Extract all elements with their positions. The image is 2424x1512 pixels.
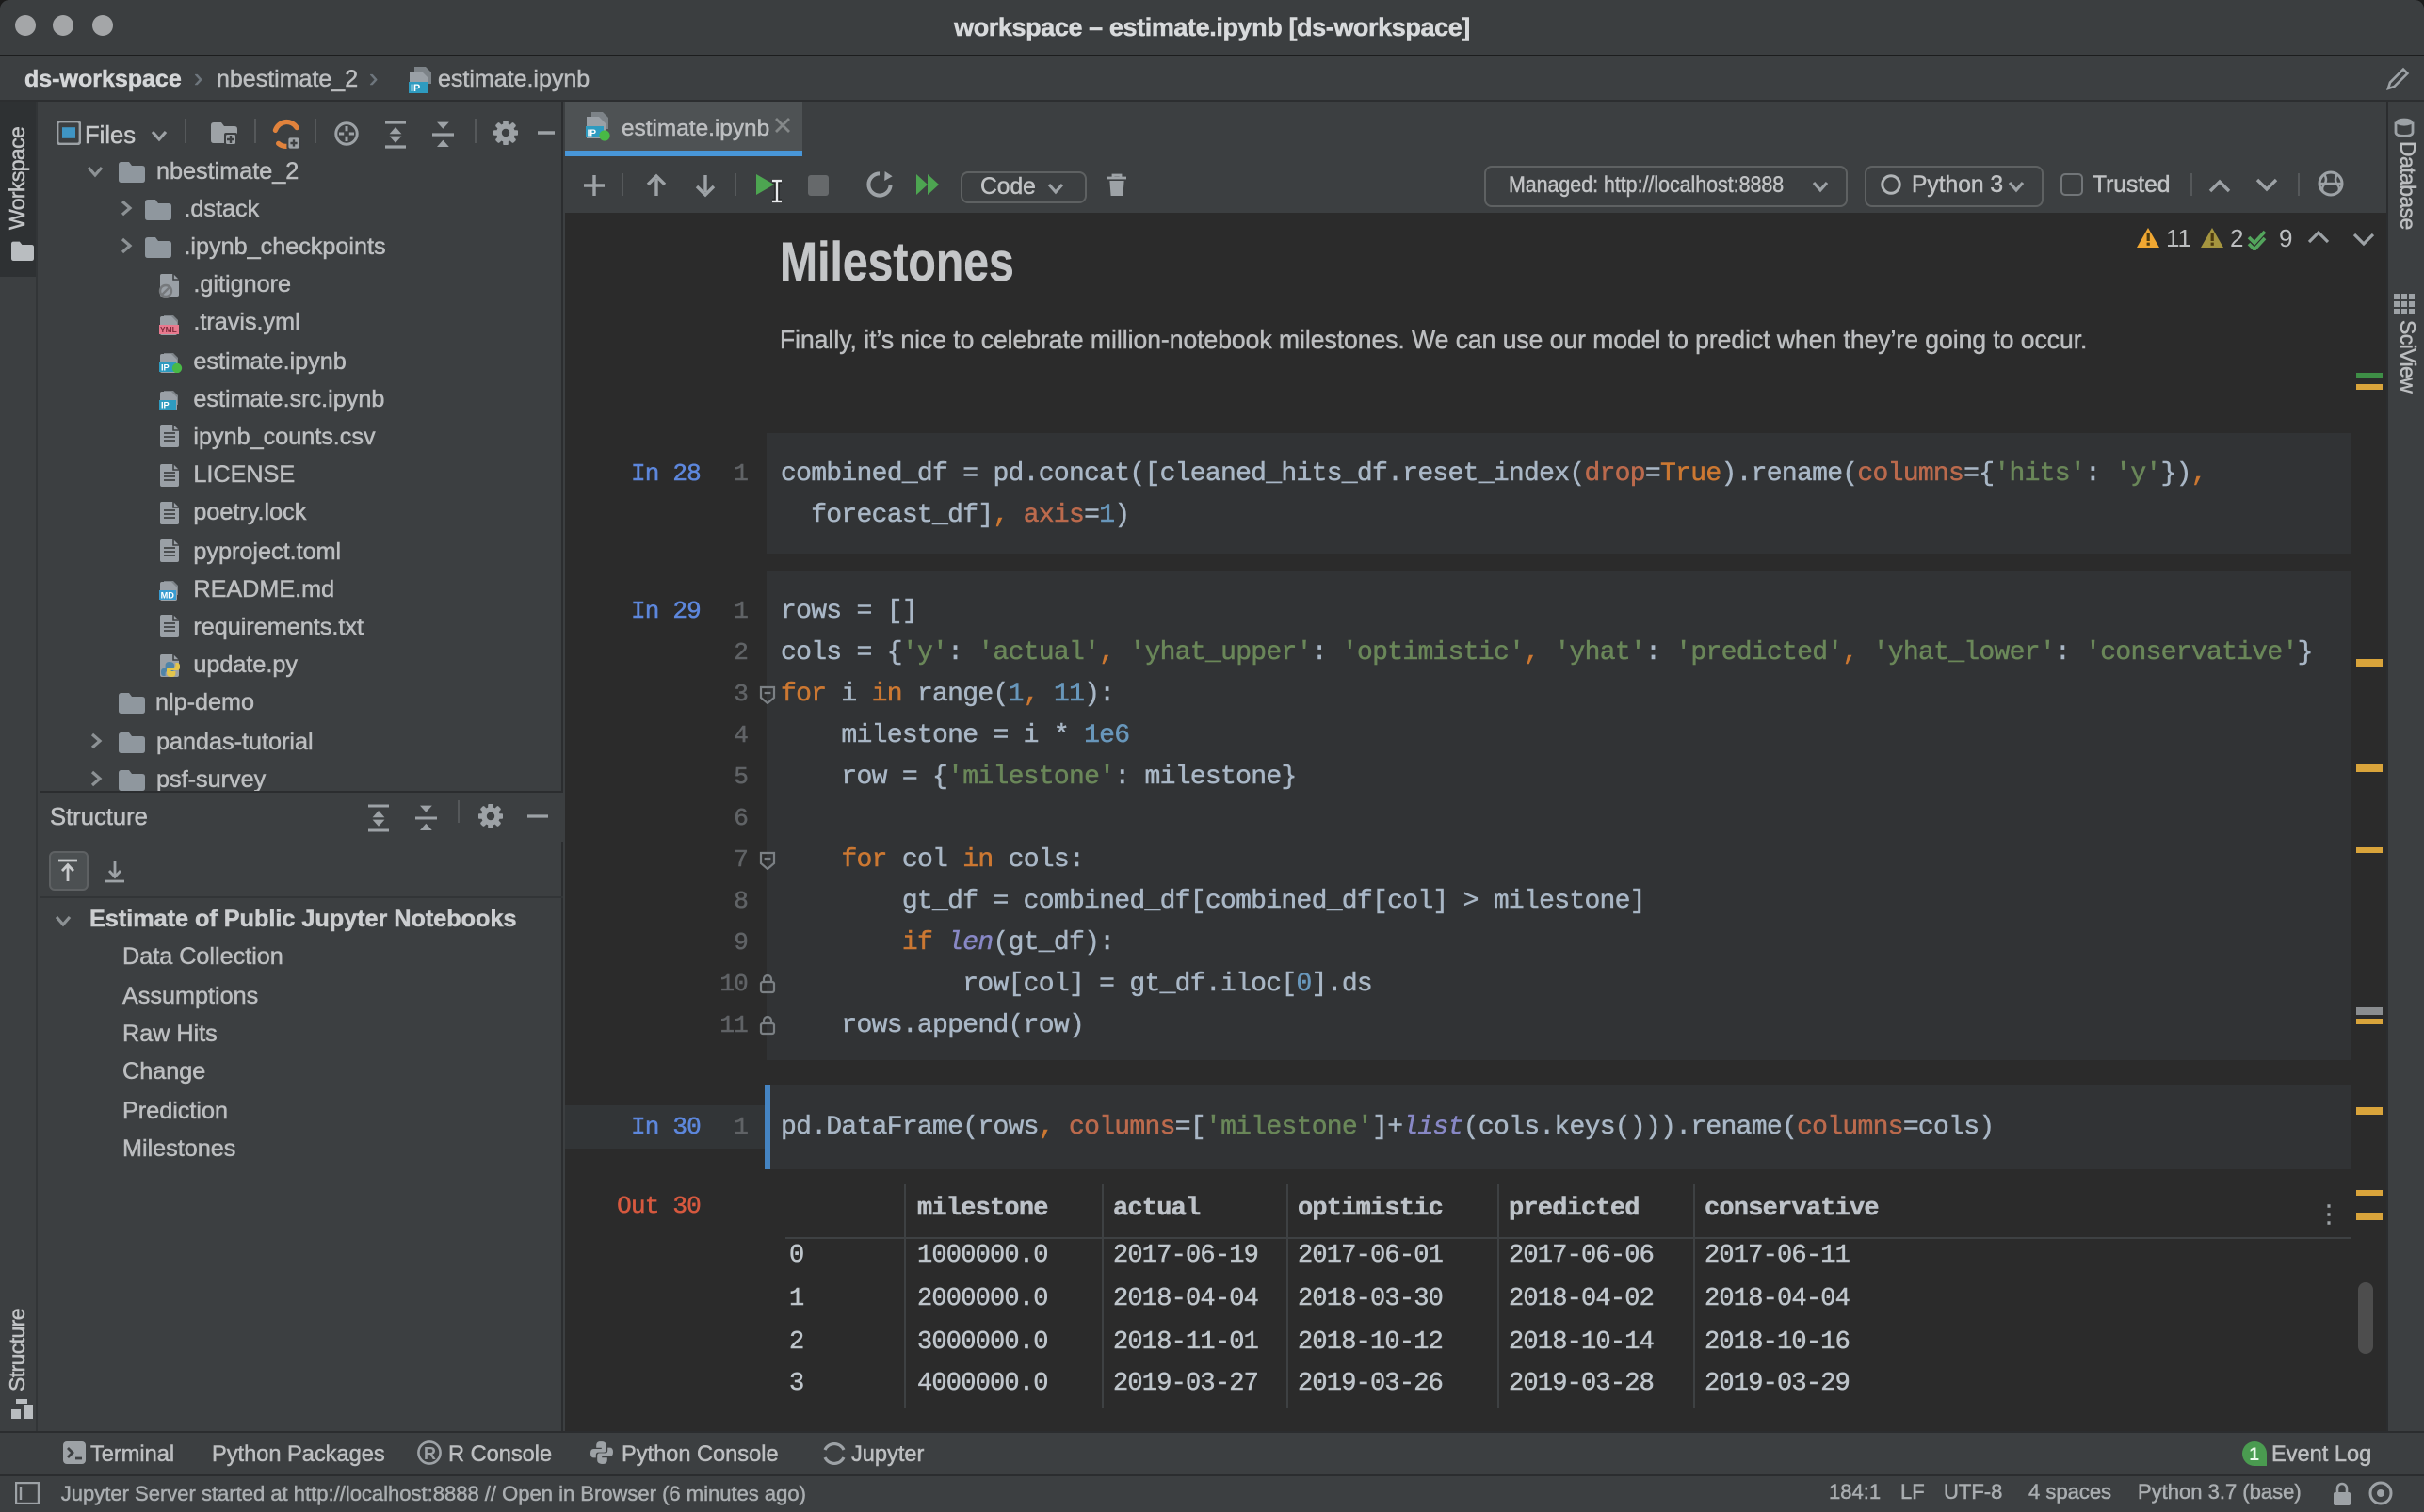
svg-text:YML: YML: [160, 325, 177, 334]
svg-text:11: 11: [2166, 225, 2191, 249]
svg-text:IP: IP: [161, 401, 170, 410]
svg-text:IP: IP: [410, 82, 419, 93]
svg-text:2: 2: [2230, 225, 2243, 249]
svg-text:MD: MD: [161, 591, 175, 601]
svg-text:IP: IP: [588, 127, 597, 137]
svg-text:R: R: [424, 1444, 436, 1463]
svg-text:1: 1: [2248, 1444, 2258, 1464]
svg-text:9: 9: [2279, 225, 2292, 249]
svg-text:IP: IP: [161, 363, 170, 373]
